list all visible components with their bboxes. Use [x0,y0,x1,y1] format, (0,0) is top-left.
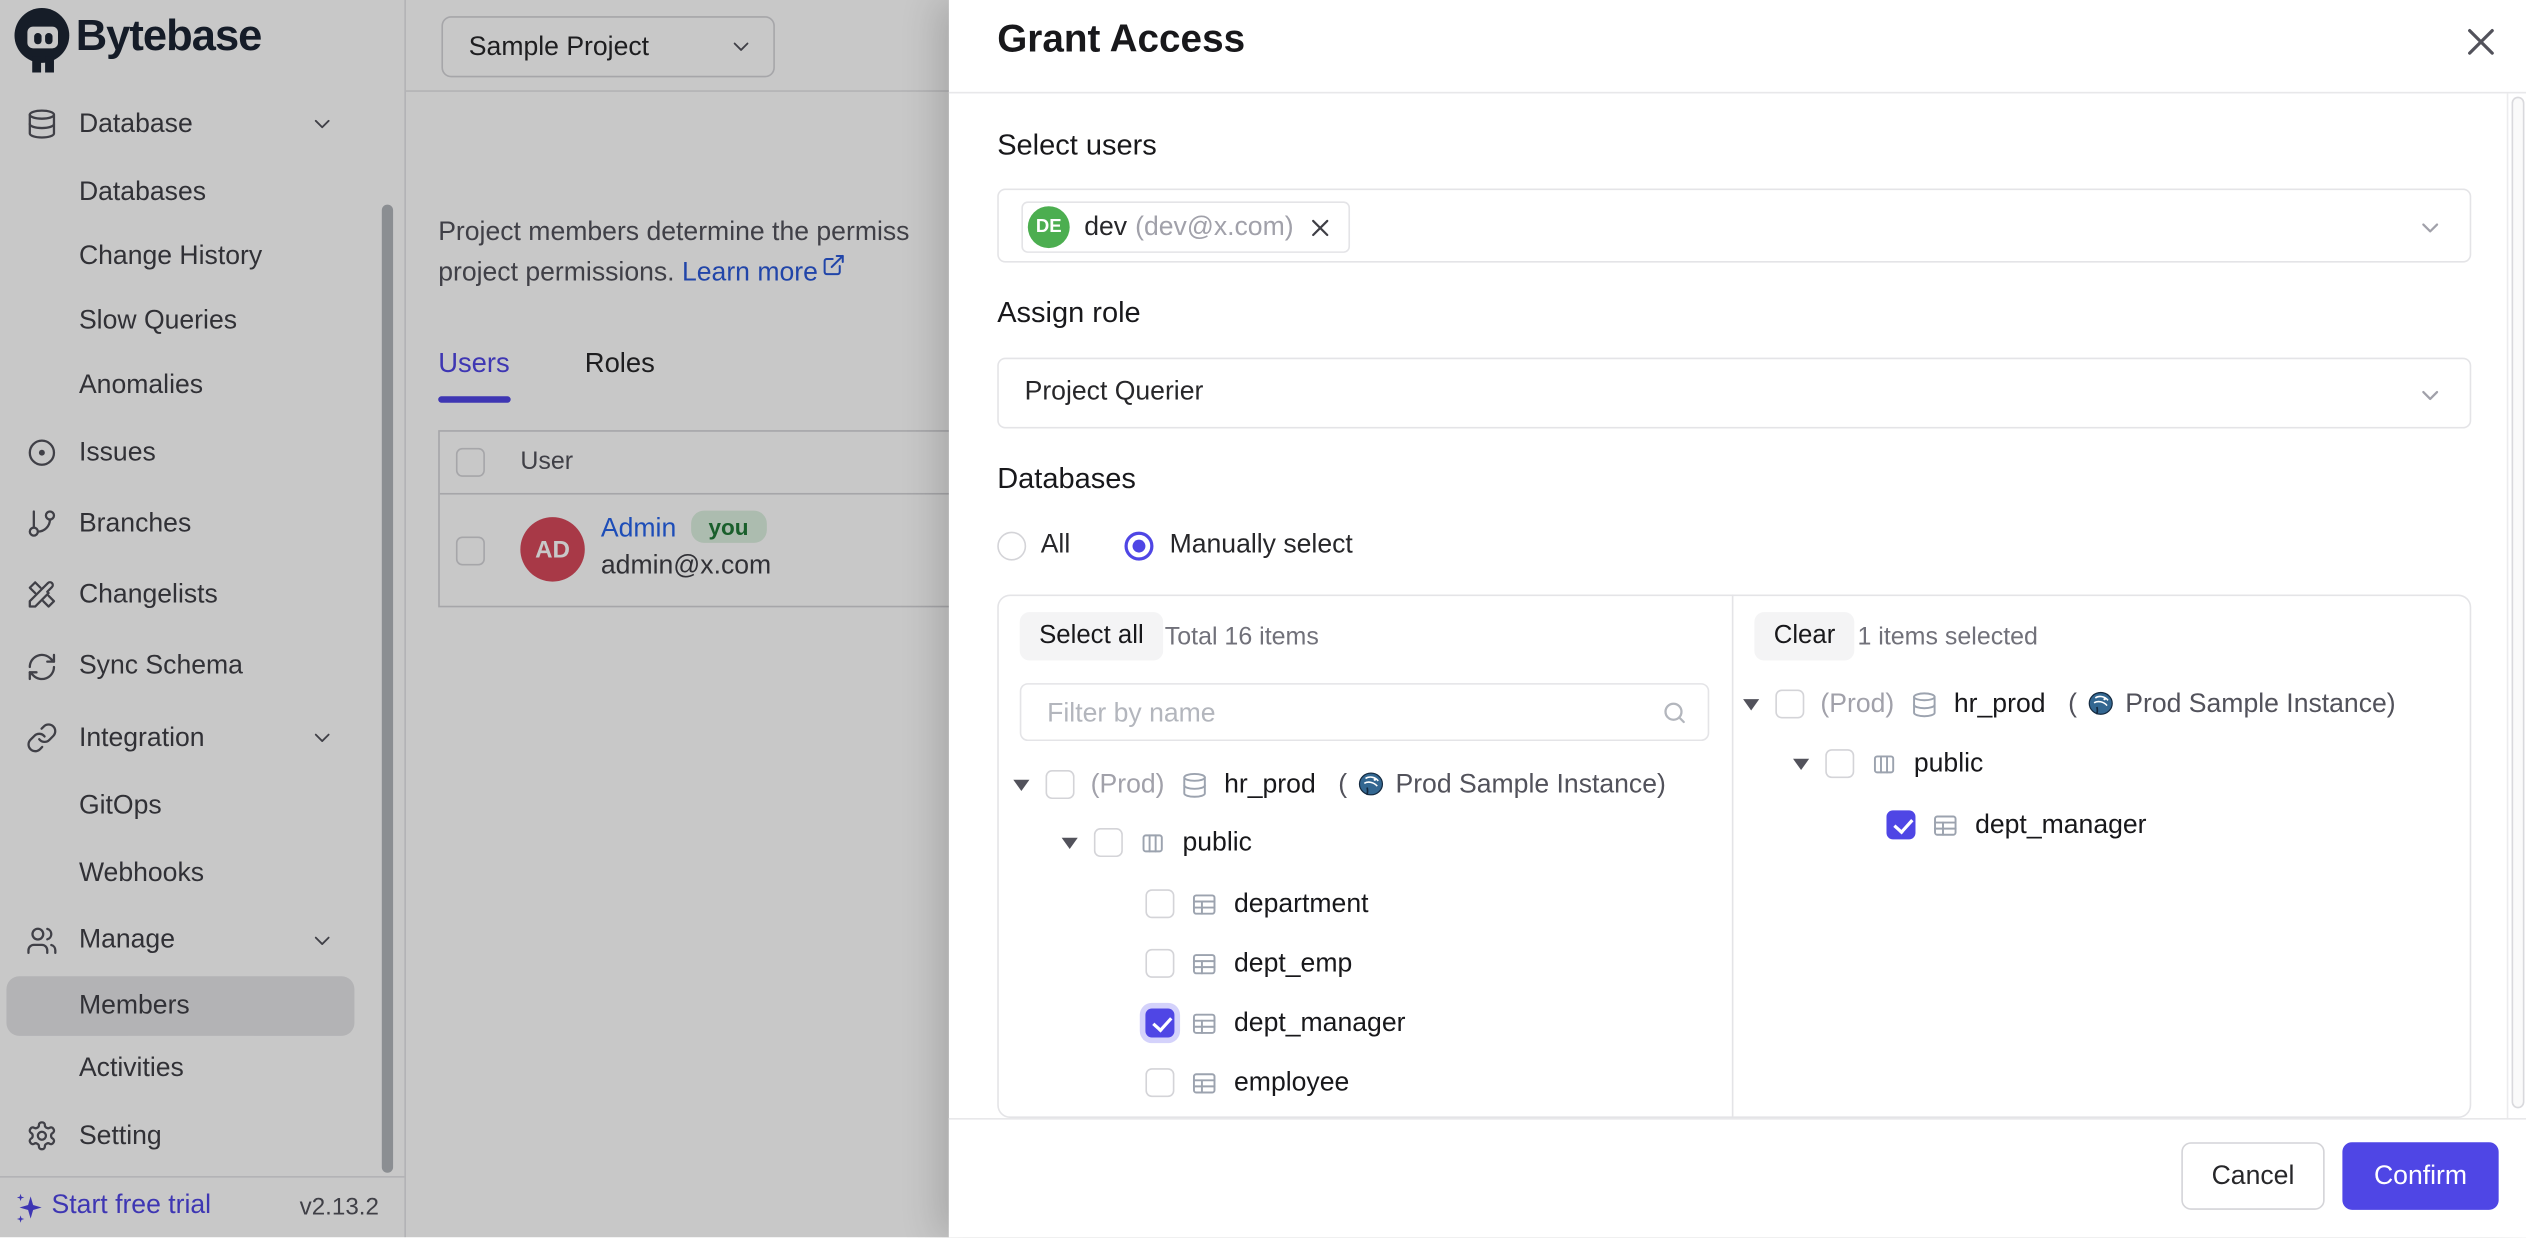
databases-label: Databases [997,462,1136,496]
checkbox-checked[interactable] [1886,810,1915,839]
filter-input-wrap [1020,683,1710,741]
cancel-button[interactable]: Cancel [2181,1142,2324,1210]
clear-button[interactable]: Clear [1754,612,1854,660]
tree-node-table[interactable]: employee [1145,1063,1349,1102]
chip-user-email: (dev@x.com) [1135,212,1293,243]
modal-title: Grant Access [997,18,1245,63]
modal-scrollbar-thumb[interactable] [2511,97,2524,1109]
checkbox[interactable] [1145,1068,1174,1097]
schema-icon [1139,829,1166,856]
table-icon [1191,1009,1218,1036]
checkbox[interactable] [1145,889,1174,918]
tree-node-schema[interactable]: public [1793,744,1983,783]
role-select-value: Project Querier [1025,377,1204,408]
checkbox[interactable] [1046,770,1075,799]
role-select[interactable]: Project Querier [997,358,2471,429]
postgresql-icon [1357,770,1386,799]
grant-access-modal: Grant Access Select users DE dev (dev@x.… [949,0,2526,1237]
radio-icon [997,531,1026,560]
checkbox[interactable] [1775,690,1804,719]
select-all-button[interactable]: Select all [1020,612,1163,660]
select-users-label: Select users [997,129,1157,163]
tree-expander-icon[interactable] [1013,779,1029,790]
tree-node-table[interactable]: dept_manager [1145,1004,1405,1043]
table-icon [1932,811,1959,838]
tree-node-schema[interactable]: public [1062,823,1252,862]
radio-selected-icon [1124,531,1153,560]
checkbox-checked[interactable] [1145,1008,1174,1037]
schema-icon [1870,750,1897,777]
postgresql-icon [2087,690,2116,719]
selected-count-text: 1 items selected [1857,623,2037,652]
tree-expander-icon[interactable] [1793,758,1809,769]
checkbox[interactable] [1825,749,1854,778]
app-stage: Bytebase Database Databases Change Histo… [0,0,2526,1237]
radio-all[interactable]: All [997,530,1070,561]
database-icon [1181,771,1208,798]
tree-node-table[interactable]: dept_emp [1145,944,1352,983]
tree-node-database[interactable]: (Prod) hr_prod ( Prod Sample Instance) [1013,765,1666,804]
confirm-button[interactable]: Confirm [2342,1142,2498,1210]
close-icon[interactable] [2462,23,2501,62]
assign-role-label: Assign role [997,296,1140,330]
tree-expander-icon[interactable] [1062,837,1078,848]
total-items-text: Total 16 items [1165,623,1319,652]
modal-footer: Cancel Confirm [949,1118,2526,1237]
transfer-panel-divider [1732,594,1734,1118]
search-icon [1661,699,1688,726]
table-icon [1191,890,1218,917]
modal-header-divider [949,92,2526,94]
radio-manually-select[interactable]: Manually select [1124,530,1352,561]
user-chip: DE dev (dev@x.com) [1021,201,1350,253]
table-icon [1191,1069,1218,1096]
table-icon [1191,950,1218,977]
filter-input[interactable] [1044,685,1647,743]
checkbox[interactable] [1145,949,1174,978]
avatar: DE [1028,206,1070,248]
tree-node-table[interactable]: department [1145,884,1368,923]
remove-chip-icon[interactable] [1308,215,1332,239]
chevron-down-icon [2417,382,2444,409]
tree-expander-icon[interactable] [1743,698,1759,709]
chevron-down-icon [2417,214,2444,241]
tree-node-table[interactable]: dept_manager [1886,806,2146,845]
chip-user-name: dev [1084,212,1127,243]
checkbox[interactable] [1094,828,1123,857]
select-users-input[interactable]: DE dev (dev@x.com) [997,188,2471,262]
tree-node-database[interactable]: (Prod) hr_prod ( Prod Sample Instance) [1743,685,2396,724]
database-icon [1910,690,1937,717]
